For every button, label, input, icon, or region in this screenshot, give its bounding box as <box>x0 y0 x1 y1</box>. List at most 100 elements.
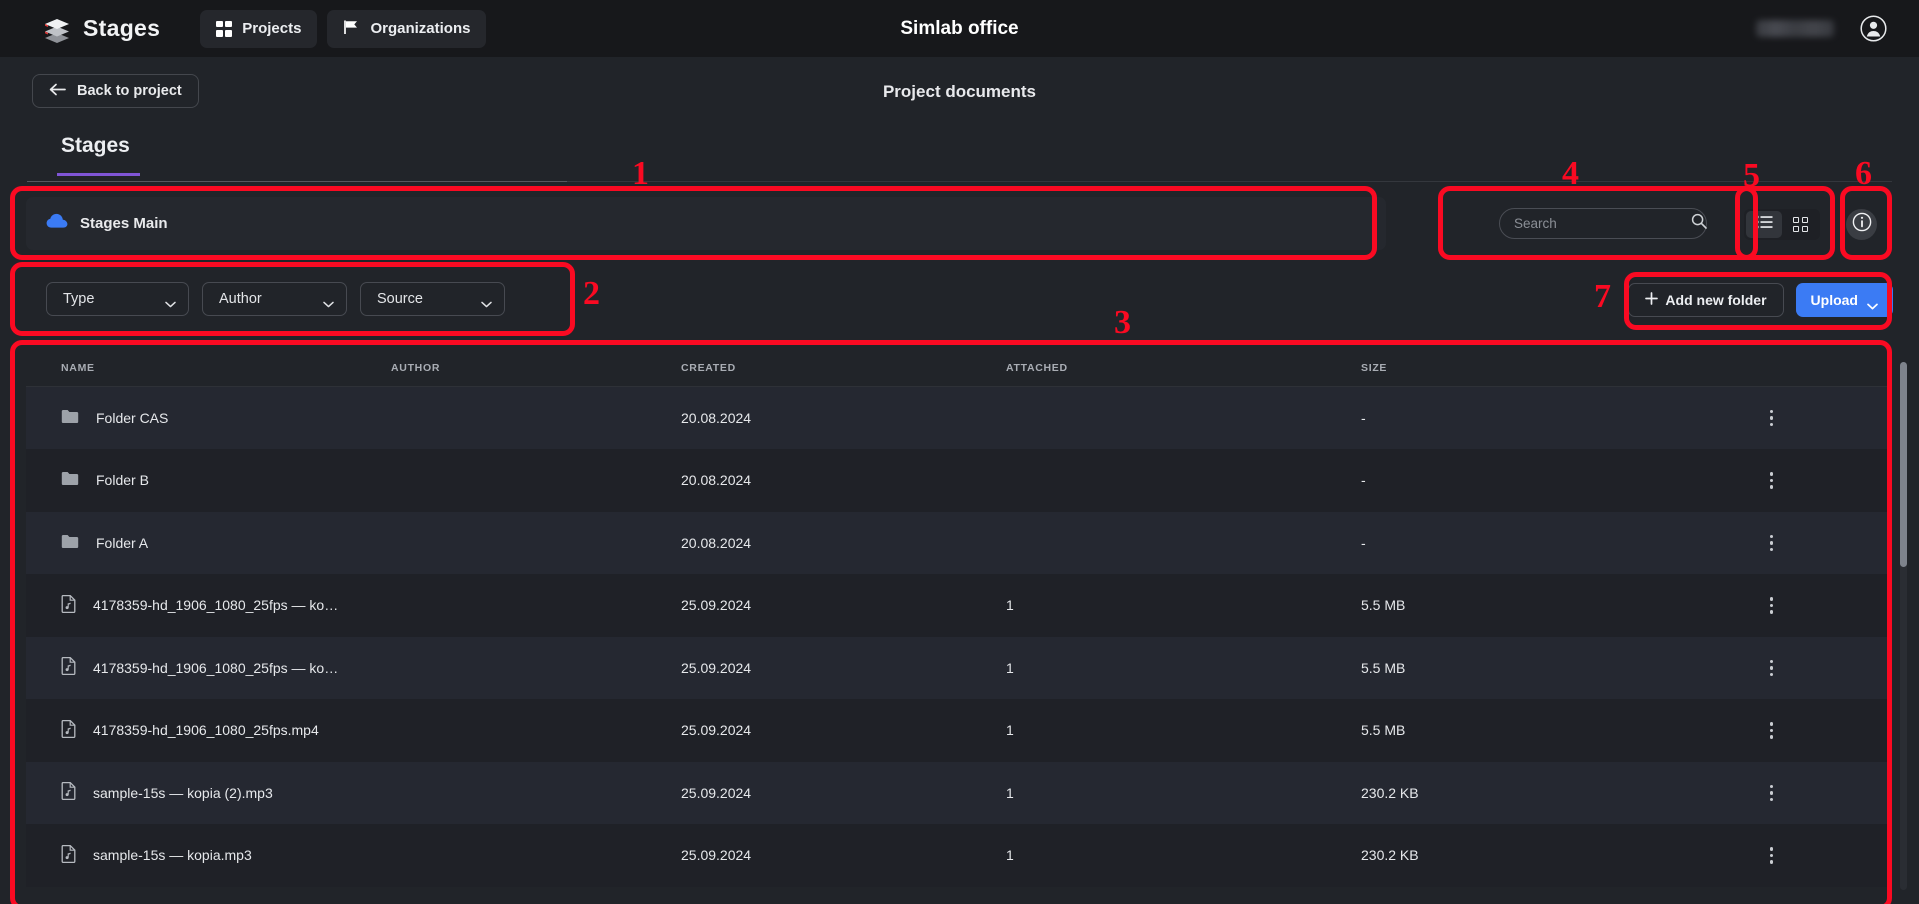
table-row[interactable]: 4178359-hd_1906_1080_25fps — kopi… 25.09.… <box>26 574 1892 637</box>
cell-actions[interactable] <box>1651 824 1892 887</box>
row-more-options-icon[interactable] <box>1651 722 1892 739</box>
filter-author-label: Author <box>219 291 262 307</box>
account-circle-icon[interactable] <box>1860 15 1887 42</box>
view-list-button[interactable] <box>1746 211 1782 238</box>
chevron-down-icon <box>481 296 492 307</box>
cell-actions[interactable] <box>1651 574 1892 637</box>
cloud-icon <box>46 213 68 234</box>
search-input[interactable] <box>1514 216 1691 231</box>
cell-actions[interactable] <box>1651 387 1892 450</box>
cell-attached: 1 <box>1006 784 1014 801</box>
file-name-label: 4178359-hd_1906_1080_25fps — kopi… <box>93 597 343 614</box>
flag-icon <box>343 19 360 39</box>
cell-author <box>381 574 681 637</box>
tab-stages[interactable]: Stages <box>61 134 130 170</box>
top-nav-group: Projects Organizations <box>200 9 487 48</box>
row-more-options-icon[interactable] <box>1651 659 1892 676</box>
brand[interactable]: Stages <box>42 14 160 44</box>
file-name-label: 4178359-hd_1906_1080_25fps.mp4 <box>93 722 319 739</box>
documents-table: NAME AUTHOR CREATED ATTACHED SIZE Folder… <box>26 348 1892 887</box>
cell-name[interactable]: 4178359-hd_1906_1080_25fps — kopi… <box>26 574 381 637</box>
view-grid-button[interactable] <box>1782 211 1818 238</box>
annotation-number-5: 5 <box>1743 157 1760 194</box>
nav-organizations-button[interactable]: Organizations <box>327 9 487 48</box>
table-row[interactable]: Folder B 20.08.2024 - <box>26 449 1892 512</box>
nav-projects-button[interactable]: Projects <box>200 9 318 48</box>
row-more-options-icon[interactable] <box>1651 472 1892 489</box>
filter-source-dropdown[interactable]: Source <box>360 282 505 316</box>
stages-logo-icon <box>42 14 72 44</box>
table-scrollbar-thumb[interactable] <box>1900 362 1907 567</box>
table-row[interactable]: sample-15s — kopia (2).mp3 25.09.2024 1 230… <box>26 761 1892 825</box>
audio-file-icon <box>61 594 76 616</box>
column-header-name[interactable]: NAME <box>26 348 381 387</box>
column-header-author[interactable]: AUTHOR <box>381 348 681 387</box>
cell-attached <box>1006 512 1361 575</box>
cell-size: - <box>1361 534 1366 551</box>
filter-author-dropdown[interactable]: Author <box>202 282 347 316</box>
upload-label: Upload <box>1810 292 1858 308</box>
view-mode-toggle <box>1744 209 1820 240</box>
cell-created: 25.09.2024 <box>681 659 752 676</box>
row-more-options-icon[interactable] <box>1651 847 1892 864</box>
cell-name[interactable]: sample-15s — kopia (2).mp3 <box>26 762 381 825</box>
row-more-options-icon[interactable] <box>1651 784 1892 801</box>
row-more-options-icon[interactable] <box>1651 534 1892 551</box>
cell-author <box>381 449 681 512</box>
cell-created: 25.09.2024 <box>681 784 752 801</box>
row-more-options-icon[interactable] <box>1651 597 1892 614</box>
cell-actions[interactable] <box>1651 762 1892 825</box>
column-header-size[interactable]: SIZE <box>1361 348 1651 387</box>
search-icon[interactable] <box>1691 213 1707 234</box>
cell-size: 230.2 KB <box>1361 847 1419 864</box>
cell-name[interactable]: 4178359-hd_1906_1080_25fps.mp4 <box>26 699 381 762</box>
chevron-down-icon <box>165 296 176 307</box>
audio-file-icon <box>61 782 76 803</box>
breadcrumb-label: Stages Main <box>80 215 168 232</box>
cell-actions[interactable] <box>1651 512 1892 575</box>
cell-created: 20.08.2024 <box>681 472 752 489</box>
cell-author <box>381 387 681 450</box>
cell-name[interactable]: 4178359-hd_1906_1080_25fps — kopi… <box>26 637 381 700</box>
cell-name[interactable]: sample-15s — kopia.mp3 <box>26 824 381 887</box>
cell-name[interactable]: Folder CAS <box>26 387 381 450</box>
documents-table-wrapper: NAME AUTHOR CREATED ATTACHED SIZE Folder… <box>26 348 1892 904</box>
column-header-attached[interactable]: ATTACHED <box>1006 348 1361 387</box>
filter-bar: Type Author Source <box>26 268 566 330</box>
cell-attached: 1 <box>1006 659 1014 676</box>
table-row[interactable]: Folder A 20.08.2024 - <box>26 511 1892 575</box>
brand-name: Stages <box>83 15 161 41</box>
column-header-created[interactable]: CREATED <box>681 348 1006 387</box>
cell-name[interactable]: Folder B <box>26 449 381 512</box>
cell-actions[interactable] <box>1651 637 1892 700</box>
chevron-down-icon <box>323 296 334 307</box>
add-new-folder-label: Add new folder <box>1665 292 1767 308</box>
filter-type-dropdown[interactable]: Type <box>46 282 189 316</box>
cell-actions[interactable] <box>1651 699 1892 762</box>
cell-attached <box>1006 387 1361 450</box>
table-row[interactable]: 4178359-hd_1906_1080_25fps.mp4 25.09.2024… <box>26 699 1892 762</box>
upload-button[interactable]: Upload <box>1795 283 1893 317</box>
breadcrumb-bar[interactable]: Stages Main <box>26 197 1386 250</box>
cell-created: 20.08.2024 <box>681 534 752 551</box>
info-button[interactable] <box>1846 209 1877 240</box>
annotation-number-1: 1 <box>632 155 649 192</box>
audio-file-icon <box>61 719 76 741</box>
annotation-number-2: 2 <box>583 275 600 312</box>
row-more-options-icon[interactable] <box>1651 409 1892 427</box>
cell-actions[interactable] <box>1651 449 1892 512</box>
annotation-number-3: 3 <box>1114 304 1131 341</box>
cell-size: 5.5 MB <box>1361 722 1406 739</box>
search-box[interactable] <box>1499 208 1707 239</box>
add-new-folder-button[interactable]: Add new folder <box>1628 283 1784 317</box>
file-name-label: Folder B <box>96 472 149 489</box>
grid-view-icon <box>1792 217 1808 232</box>
annotation-number-4: 4 <box>1562 155 1579 192</box>
table-row[interactable]: sample-15s — kopia.mp3 25.09.2024 1 230.2 K… <box>26 824 1892 887</box>
table-row[interactable]: 4178359-hd_1906_1080_25fps — kopi… 25.09.… <box>26 636 1892 700</box>
table-row[interactable]: Folder CAS 20.08.2024 - <box>26 386 1892 450</box>
cell-attached <box>1006 449 1361 512</box>
app-root: Stages Projects Organizations Simlab off… <box>0 0 1919 904</box>
cell-name[interactable]: Folder A <box>26 512 381 575</box>
cell-size: - <box>1361 410 1366 426</box>
